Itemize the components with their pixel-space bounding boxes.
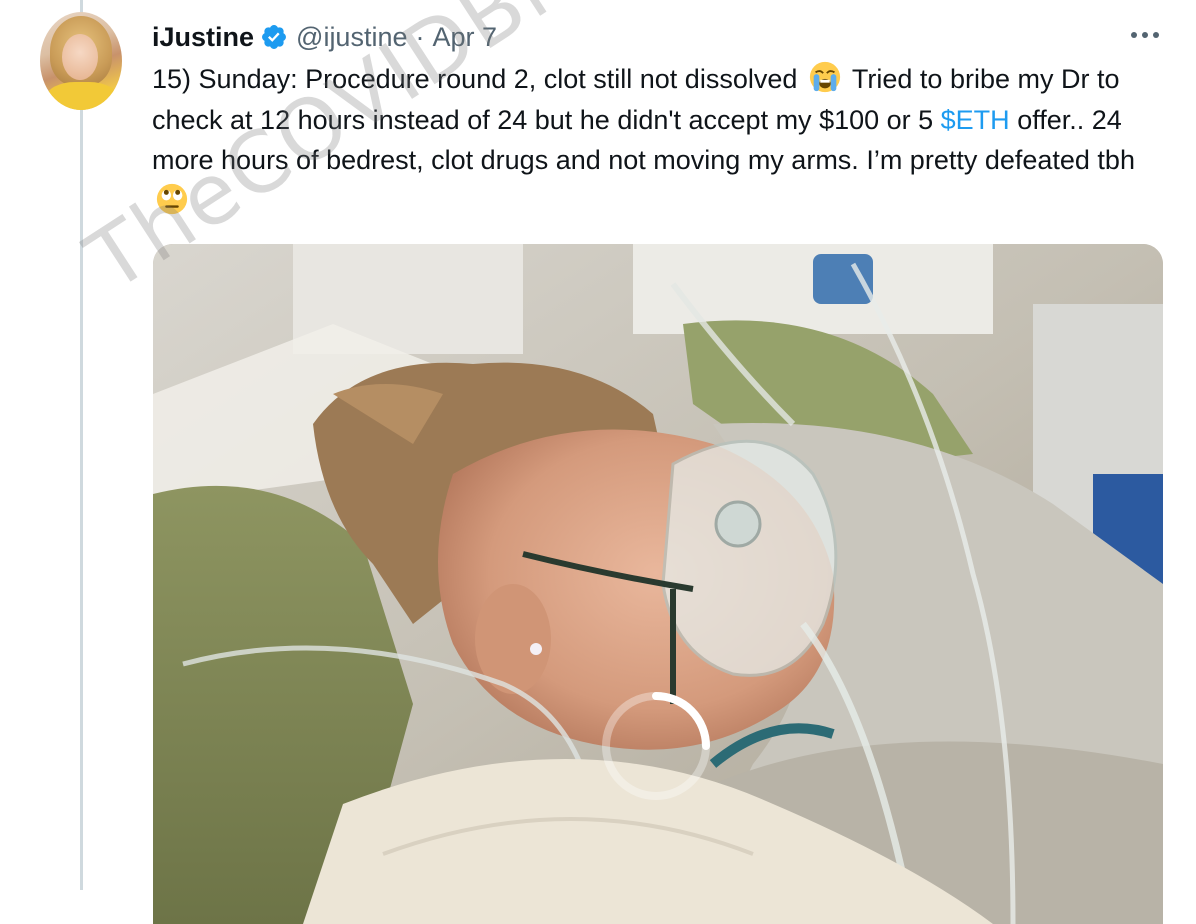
avatar[interactable] — [40, 12, 122, 110]
author-handle[interactable]: @ijustine — [296, 22, 407, 53]
tweet-text: 15) Sunday: Procedure round 2, clot stil… — [152, 59, 1172, 221]
tweet-header: iJustine @ijustine · Apr 7 — [152, 20, 497, 54]
loading-spinner-icon — [602, 692, 710, 800]
header-separator: · — [415, 21, 425, 52]
cashtag-link[interactable]: $ETH — [941, 105, 1010, 135]
more-options-icon[interactable] — [1128, 20, 1162, 50]
more-dot — [1131, 32, 1137, 38]
loudly-crying-face-icon — [809, 61, 841, 93]
author-name[interactable]: iJustine — [152, 22, 254, 53]
more-dot — [1153, 32, 1159, 38]
tweet-media-photo[interactable] — [153, 244, 1163, 924]
tweet-date[interactable]: Apr 7 — [433, 22, 498, 53]
thread-connector-line — [80, 0, 83, 890]
avatar-face — [62, 34, 98, 80]
face-with-rolling-eyes-icon — [156, 183, 188, 214]
photo-illustration — [153, 244, 1163, 924]
avatar-shirt — [46, 82, 118, 110]
more-dot — [1142, 32, 1148, 38]
verified-badge-icon — [262, 25, 286, 49]
tweet-text-part1: 15) Sunday: Procedure round 2, clot stil… — [152, 64, 798, 94]
